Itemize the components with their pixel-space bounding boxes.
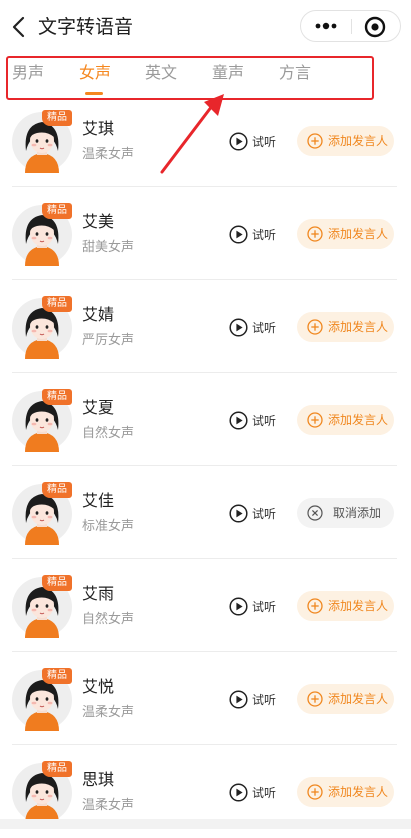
premium-badge: 精品 [42,668,72,684]
add-speaker-label: 添加发言人 [328,785,389,799]
preview-label: 试听 [252,786,277,800]
voice-name: 艾琪 [82,119,115,138]
preview-label: 试听 [252,414,277,428]
add-speaker-button[interactable]: 添加发言人 [297,684,394,714]
premium-badge: 精品 [42,575,72,591]
preview-button[interactable]: 试听 [229,503,287,525]
add-speaker-label: 添加发言人 [328,599,389,613]
preview-button[interactable]: 试听 [229,596,287,618]
voice-row: 精品 艾婧 严厉女声 试听 添加发言人 [0,280,411,373]
chevron-left-icon[interactable] [8,14,30,40]
voice-description: 严厉女声 [82,333,135,348]
preview-label: 试听 [252,693,277,707]
tab-child[interactable]: 童声 [212,62,244,84]
play-circle-icon [229,504,248,523]
page-title: 文字转语音 [38,16,134,38]
add-speaker-label: 添加发言人 [328,320,389,334]
voice-name: 艾婧 [82,305,115,324]
nav-bar: 文字转语音 [0,0,411,54]
add-speaker-button[interactable]: 添加发言人 [297,126,394,156]
tab-dialect[interactable]: 方言 [279,62,311,84]
plus-circle-icon [307,412,323,428]
preview-label: 试听 [252,135,277,149]
voice-description: 甜美女声 [82,240,135,255]
add-speaker-button[interactable]: 添加发言人 [297,219,394,249]
preview-button[interactable]: 试听 [229,317,287,339]
capsule-divider [351,19,352,34]
voice-description: 温柔女声 [82,798,135,813]
more-dots-icon[interactable] [312,16,340,36]
preview-button[interactable]: 试听 [229,782,287,804]
add-speaker-button[interactable]: 添加发言人 [297,591,394,621]
voice-name: 艾美 [82,212,115,231]
add-speaker-label: 添加发言人 [328,134,389,148]
preview-button[interactable]: 试听 [229,224,287,246]
voice-row: 精品 艾悦 温柔女声 试听 添加发言人 [0,652,411,745]
preview-button[interactable]: 试听 [229,131,287,153]
voice-description: 温柔女声 [82,705,135,720]
play-circle-icon [229,411,248,430]
mini-program-capsule [300,10,401,42]
voice-row: 精品 艾琪 温柔女声 试听 添加发言人 [0,94,411,187]
play-circle-icon [229,783,248,802]
play-circle-icon [229,225,248,244]
plus-circle-icon [307,598,323,614]
close-circle-icon [307,505,323,521]
preview-label: 试听 [252,600,277,614]
add-speaker-button[interactable]: 添加发言人 [297,312,394,342]
add-speaker-label: 添加发言人 [328,227,389,241]
tab-female[interactable]: 女声 [79,62,111,84]
voice-description: 自然女声 [82,426,135,441]
premium-badge: 精品 [42,389,72,405]
premium-badge: 精品 [42,296,72,312]
voice-row: 精品 艾佳 标准女声 试听 取消添加 [0,466,411,559]
add-speaker-label: 添加发言人 [328,413,389,427]
voice-name: 艾悦 [82,677,115,696]
preview-label: 试听 [252,321,277,335]
bottom-strip [0,819,411,829]
preview-label: 试听 [252,507,277,521]
voice-row: 精品 艾美 甜美女声 试听 添加发言人 [0,187,411,280]
preview-button[interactable]: 试听 [229,689,287,711]
voice-name: 思琪 [82,770,115,789]
add-speaker-button[interactable]: 添加发言人 [297,405,394,435]
plus-circle-icon [307,133,323,149]
tab-male[interactable]: 男声 [12,62,44,84]
premium-badge: 精品 [42,110,72,126]
play-circle-icon [229,690,248,709]
preview-button[interactable]: 试听 [229,410,287,432]
premium-badge: 精品 [42,482,72,498]
plus-circle-icon [307,691,323,707]
tab-english[interactable]: 英文 [145,62,177,84]
voice-description: 自然女声 [82,612,135,627]
voice-name: 艾雨 [82,584,115,603]
play-circle-icon [229,132,248,151]
play-circle-icon [229,597,248,616]
plus-circle-icon [307,319,323,335]
cancel-speaker-button[interactable]: 取消添加 [297,498,394,528]
voice-name: 艾佳 [82,491,115,510]
plus-circle-icon [307,784,323,800]
play-circle-icon [229,318,248,337]
voice-description: 温柔女声 [82,147,135,162]
voice-name: 艾夏 [82,398,115,417]
voice-row: 精品 艾夏 自然女声 试听 添加发言人 [0,373,411,466]
add-speaker-button[interactable]: 添加发言人 [297,777,394,807]
premium-badge: 精品 [42,203,72,219]
voice-row: 精品 艾雨 自然女声 试听 添加发言人 [0,559,411,652]
voice-description: 标准女声 [82,519,135,534]
cancel-speaker-label: 取消添加 [333,506,382,520]
target-circle-icon[interactable] [363,15,387,39]
plus-circle-icon [307,226,323,242]
add-speaker-label: 添加发言人 [328,692,389,706]
preview-label: 试听 [252,228,277,242]
premium-badge: 精品 [42,761,72,777]
